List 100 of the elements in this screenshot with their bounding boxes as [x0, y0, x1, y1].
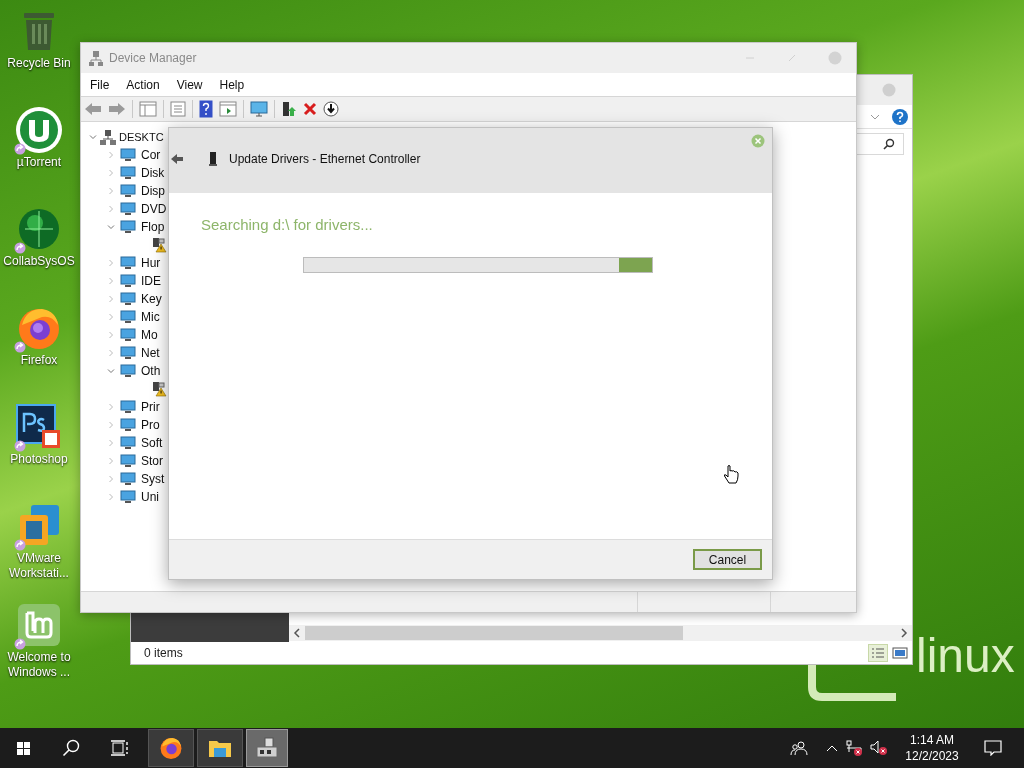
collapse-chevron-icon[interactable]	[89, 133, 97, 141]
device-icon	[120, 436, 136, 450]
tree-item[interactable]: Mo	[141, 326, 158, 344]
tree-item[interactable]: Key	[141, 290, 162, 308]
device-icon	[120, 418, 136, 432]
back-arrow-icon[interactable]	[84, 102, 102, 116]
tree-item[interactable]: Soft	[141, 434, 163, 452]
tree-item[interactable]: Prir	[141, 398, 160, 416]
uninstall-x-icon[interactable]	[303, 102, 317, 116]
computer-tree-icon	[100, 129, 116, 145]
expand-chevron-icon[interactable]	[107, 421, 115, 429]
expand-chevron-icon[interactable]	[107, 313, 115, 321]
taskbar-app-button[interactable]	[148, 729, 194, 767]
expand-chevron-icon[interactable]	[107, 475, 115, 483]
tree-item[interactable]: Syst	[141, 470, 165, 488]
firefox-logo-icon	[159, 736, 183, 760]
device-icon	[120, 166, 136, 180]
maximize-icon[interactable]	[786, 52, 798, 64]
expand-chevron-icon[interactable]	[107, 349, 115, 357]
notification-icon[interactable]	[984, 740, 1002, 756]
menu-item[interactable]: View	[176, 75, 203, 94]
tree-item[interactable]: Hur	[141, 254, 161, 272]
expand-chevron-icon[interactable]	[107, 439, 115, 447]
menu-item[interactable]: Action	[126, 75, 160, 94]
tree-item[interactable]: Pro	[141, 416, 160, 434]
item-count: 0 items	[144, 645, 184, 662]
chevron-down-icon[interactable]	[870, 112, 880, 121]
tree-item[interactable]: Uni	[141, 488, 159, 506]
device-icon	[120, 292, 136, 306]
tree-item[interactable]: DESKTC	[119, 128, 164, 146]
device-icon	[120, 364, 136, 378]
search-icon[interactable]	[62, 739, 80, 757]
network-error-icon[interactable]	[846, 740, 864, 756]
tree-item[interactable]: DVD	[141, 200, 167, 218]
start-icon[interactable]	[16, 741, 30, 755]
tree-item[interactable]: Disk	[141, 164, 165, 182]
expand-chevron-icon[interactable]	[107, 277, 115, 285]
tree-item[interactable]: Stor	[141, 452, 163, 470]
back-arrow-icon[interactable]	[171, 154, 183, 164]
device-icon	[120, 328, 136, 342]
taskbar-app-button[interactable]	[246, 729, 288, 767]
monitor-scan-icon[interactable]	[250, 101, 268, 117]
help-icon[interactable]	[199, 100, 213, 118]
tree-item[interactable]: Oth	[141, 362, 161, 380]
expand-chevron-icon[interactable]	[107, 493, 115, 501]
trash-bin-icon	[22, 11, 56, 51]
help-icon[interactable]	[892, 108, 908, 125]
thumbnail-view-icon[interactable]	[892, 646, 908, 660]
people-icon[interactable]	[790, 740, 808, 756]
details-view-icon[interactable]	[868, 644, 888, 662]
torrent-logo-icon	[15, 106, 63, 154]
cancel-button[interactable]: Cancel	[693, 549, 762, 570]
device-icon	[120, 220, 136, 234]
desktop-shortcut[interactable]: Recycle Bin	[0, 6, 78, 92]
scrollbar-thumb[interactable]	[305, 626, 683, 640]
clock-time[interactable]: 1:14 AM	[910, 732, 954, 748]
device-icon	[120, 400, 136, 414]
collapse-chevron-icon[interactable]	[107, 367, 115, 375]
tree-item[interactable]: Net	[141, 344, 160, 362]
expand-chevron-icon[interactable]	[107, 457, 115, 465]
device-icon	[120, 184, 136, 198]
volume-muted-icon[interactable]	[870, 740, 888, 756]
expand-chevron-icon[interactable]	[107, 403, 115, 411]
scroll-left-icon[interactable]	[293, 628, 301, 638]
chevron-up-icon[interactable]	[826, 744, 838, 752]
add-driver-icon[interactable]	[281, 101, 297, 117]
device-icon	[120, 310, 136, 324]
panel-icon[interactable]	[139, 101, 157, 117]
properties-icon[interactable]	[170, 101, 186, 117]
tree-item[interactable]: Cor	[141, 146, 161, 164]
scroll-right-icon[interactable]	[900, 628, 908, 638]
window-title: Device Manager	[109, 50, 198, 67]
menu-item[interactable]: File	[90, 75, 110, 94]
device-icon	[120, 490, 136, 504]
clock-date[interactable]: 12/2/2023	[905, 748, 959, 764]
close-icon[interactable]	[828, 51, 842, 65]
expand-chevron-icon[interactable]	[107, 151, 115, 159]
collapse-chevron-icon[interactable]	[107, 223, 115, 231]
menu-item[interactable]: Help	[219, 75, 245, 94]
expand-chevron-icon[interactable]	[107, 295, 115, 303]
close-icon[interactable]	[751, 134, 765, 148]
tree-item[interactable]: Disp	[141, 182, 165, 200]
desktop-shortcut[interactable]: µTorrent	[0, 105, 78, 191]
forward-arrow-icon[interactable]	[108, 102, 126, 116]
expand-chevron-icon[interactable]	[107, 187, 115, 195]
tree-item[interactable]: Flop	[141, 218, 165, 236]
panel-play-icon[interactable]	[219, 101, 237, 117]
close-icon[interactable]	[882, 83, 896, 97]
expand-chevron-icon[interactable]	[107, 331, 115, 339]
horizontal-scrollbar[interactable]	[289, 625, 912, 641]
device-printer-icon	[255, 737, 279, 759]
dialog-title: Update Drivers - Ethernet Controller	[229, 151, 421, 168]
tree-item[interactable]: IDE	[141, 272, 161, 290]
task-view-icon[interactable]	[111, 740, 129, 756]
taskbar-app-button[interactable]	[197, 729, 243, 767]
tree-item[interactable]: Mic	[141, 308, 160, 326]
expand-chevron-icon[interactable]	[107, 259, 115, 267]
expand-chevron-icon[interactable]	[107, 169, 115, 177]
search-status-text: Searching d:\ for drivers...	[201, 215, 374, 235]
expand-chevron-icon[interactable]	[107, 205, 115, 213]
